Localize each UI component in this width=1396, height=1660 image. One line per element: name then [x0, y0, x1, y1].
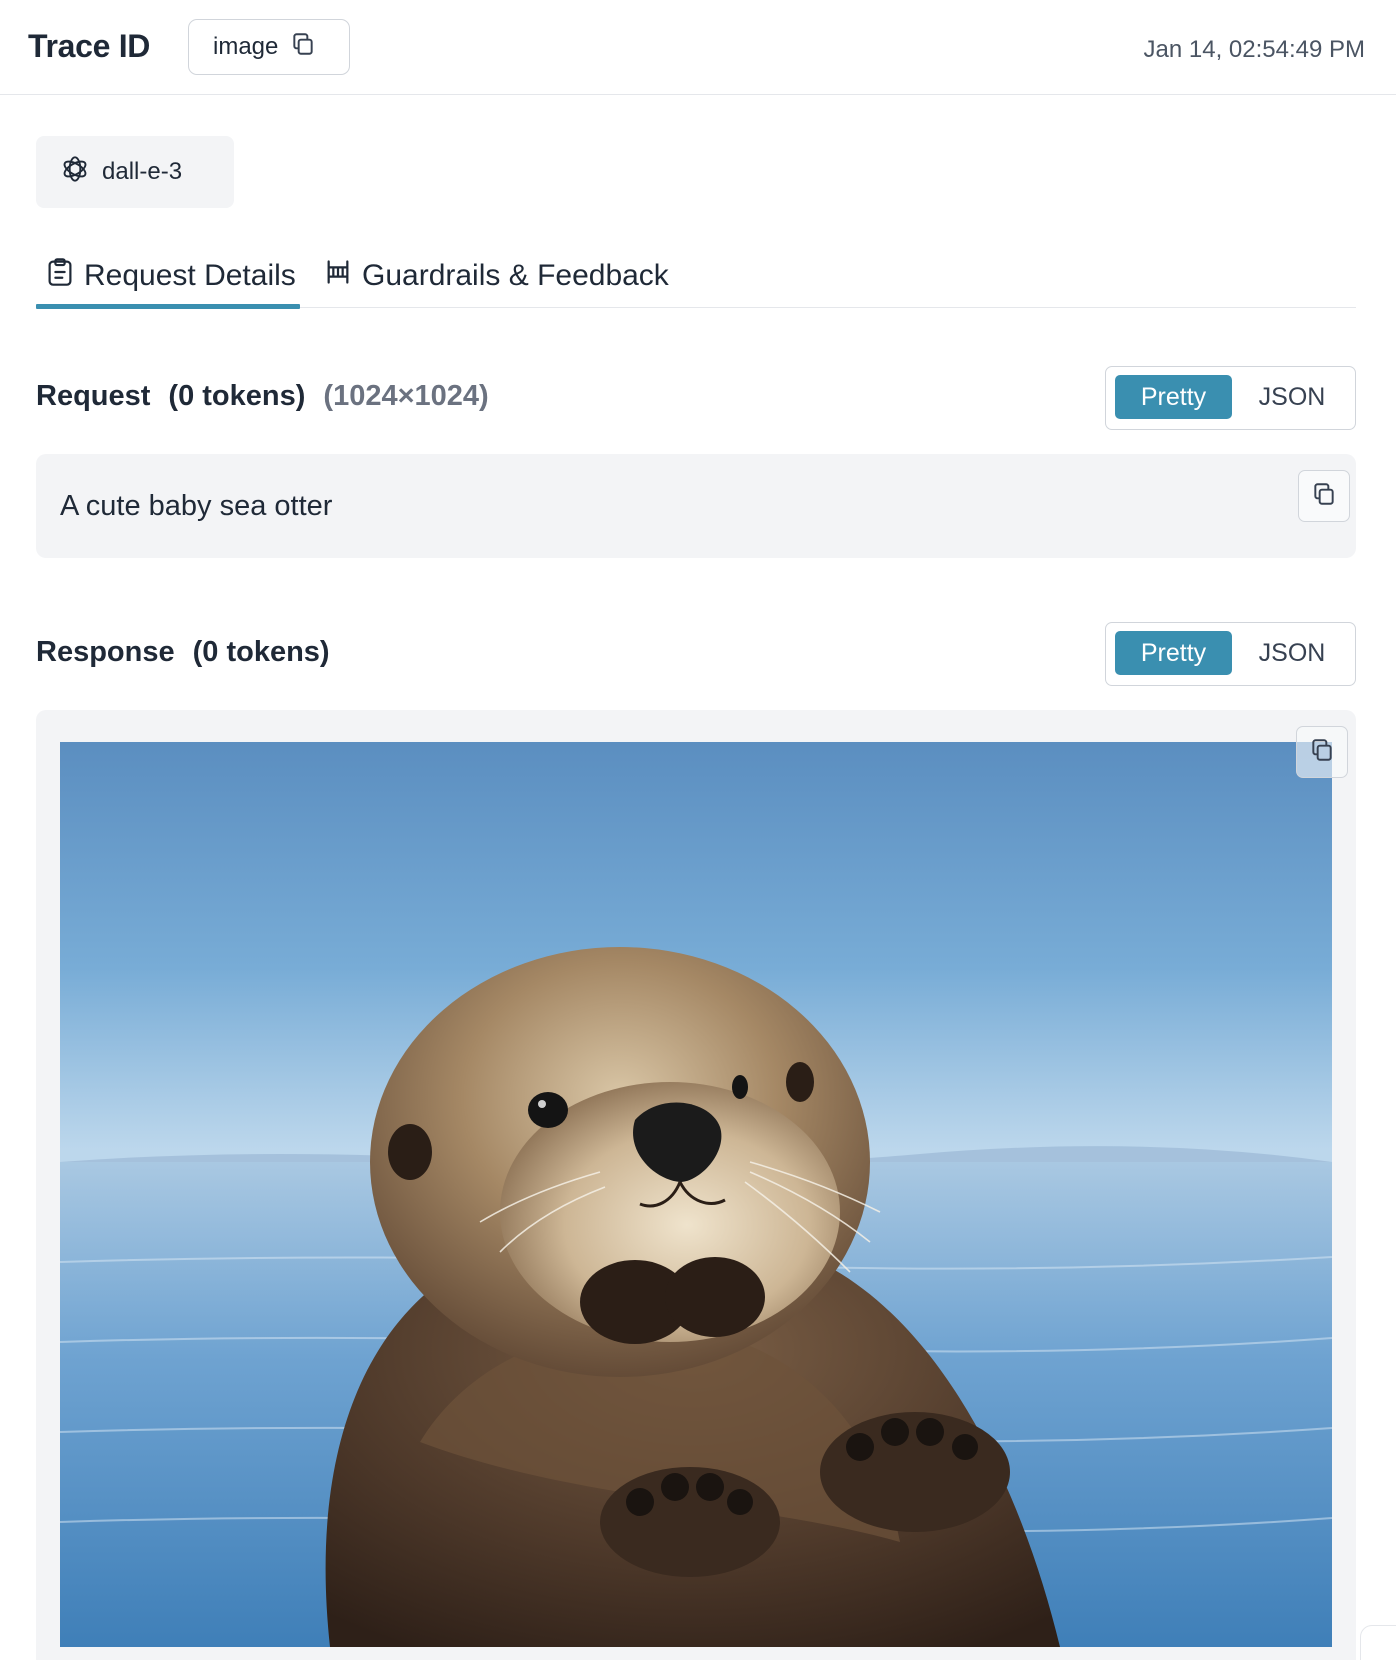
response-body: [36, 710, 1356, 1660]
copy-icon: [1311, 481, 1337, 512]
model-badge: dall-e-3: [36, 136, 234, 208]
request-json-button[interactable]: JSON: [1236, 375, 1348, 419]
request-tokens: (0 tokens): [168, 380, 306, 412]
detail-tabs: Request Details Guardrails & Feedback: [36, 244, 1356, 309]
tab-guardrails-feedback[interactable]: Guardrails & Feedback: [324, 244, 669, 308]
floating-widget[interactable]: [1360, 1625, 1396, 1660]
response-tokens: (0 tokens): [192, 636, 330, 668]
active-tab-indicator: [36, 304, 300, 309]
response-pretty-button[interactable]: Pretty: [1115, 631, 1232, 675]
copy-request-button[interactable]: [1298, 470, 1350, 522]
generated-image: [60, 742, 1332, 1647]
request-prompt: A cute baby sea otter: [60, 490, 333, 522]
tab-label: Request Details: [84, 259, 296, 292]
response-title: Response: [36, 636, 175, 668]
request-title: Request: [36, 380, 151, 412]
openai-logo-icon: [58, 152, 92, 193]
request-body: A cute baby sea otter: [36, 454, 1356, 558]
page-header: Trace ID image Jan 14, 02:54:49 PM: [0, 0, 1396, 95]
page-title: Trace ID: [28, 28, 151, 64]
tab-label: Guardrails & Feedback: [362, 259, 669, 292]
guardrails-icon: [324, 258, 352, 294]
request-heading: Request (0 tokens) (1024×1024): [36, 380, 489, 413]
trace-id-label: image: [213, 33, 279, 60]
response-heading: Response (0 tokens): [36, 636, 330, 669]
trace-timestamp: Jan 14, 02:54:49 PM: [1143, 36, 1365, 63]
trace-id-copy-button[interactable]: image: [188, 19, 350, 75]
tab-request-details[interactable]: Request Details: [46, 244, 296, 308]
request-pretty-button[interactable]: Pretty: [1115, 375, 1232, 419]
copy-response-button[interactable]: [1296, 726, 1348, 778]
model-name: dall-e-3: [102, 158, 183, 185]
copy-icon: [290, 31, 316, 64]
response-json-button[interactable]: JSON: [1236, 631, 1348, 675]
copy-icon: [1309, 737, 1335, 768]
request-view-toggle: Pretty JSON: [1105, 366, 1356, 430]
clipboard-icon: [46, 257, 74, 295]
request-image-size: (1024×1024): [323, 380, 489, 412]
response-view-toggle: Pretty JSON: [1105, 622, 1356, 686]
